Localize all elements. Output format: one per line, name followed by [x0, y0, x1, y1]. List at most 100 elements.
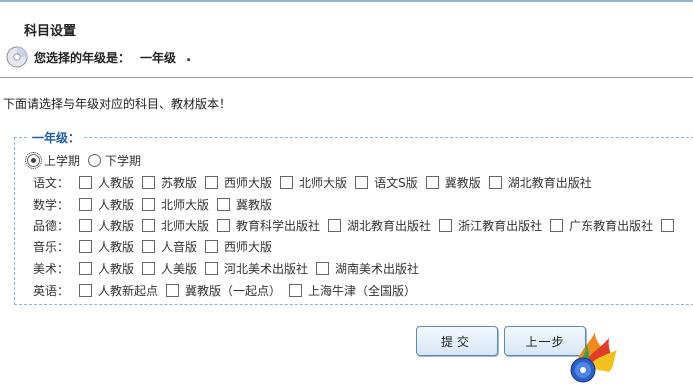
checkbox[interactable]	[79, 197, 92, 211]
option-label: 北师大版	[161, 218, 210, 233]
checkbox[interactable]	[205, 239, 219, 253]
option-checkbox[interactable]: 湖南美术出版社	[316, 260, 419, 277]
option-checkbox[interactable]: 西师大版	[205, 174, 272, 191]
option-label: 人音版	[161, 239, 198, 254]
checkbox[interactable]	[205, 175, 219, 189]
option-label: 西师大版	[224, 175, 273, 190]
option-label: 人教版	[98, 261, 135, 276]
checkbox[interactable]	[79, 239, 92, 253]
option-checkbox[interactable]: 北师大版	[280, 174, 347, 191]
subject-label: 语文：	[32, 175, 69, 190]
checkbox[interactable]	[328, 218, 342, 232]
checkbox[interactable]	[79, 283, 92, 297]
checkbox[interactable]	[289, 283, 303, 297]
option-checkbox[interactable]: 西师大版	[205, 238, 272, 255]
option-checkbox[interactable]: 人教版	[79, 196, 134, 213]
option-label: 北师大版	[161, 197, 210, 212]
subject-row-morality: 品德： 人教版 北师大版 教育科学出版社 湖北教育出版社 浙江教育出版社 广东教…	[15, 215, 688, 235]
term-radio-lower[interactable]	[88, 153, 102, 167]
option-label: 北师大版	[299, 175, 348, 190]
subject-row-english: 英语： 人教新起点 冀教版（一起点） 上海牛津（全国版）	[15, 280, 424, 300]
option-checkbox[interactable]: 湖北教育出版社	[328, 217, 431, 234]
checkbox[interactable]	[439, 218, 453, 232]
option-label: 广东教育出版社	[569, 218, 654, 233]
checkbox[interactable]	[142, 175, 156, 189]
option-checkbox[interactable]: 人教版	[79, 238, 134, 255]
subject-label: 英语：	[32, 283, 69, 298]
option-label: 教育科学出版社	[236, 218, 321, 233]
grade-value: 一年级	[140, 50, 177, 65]
checkbox[interactable]	[217, 218, 231, 232]
term-option[interactable]: 上学期	[25, 151, 80, 169]
flame-disc-logo-icon	[565, 328, 621, 384]
option-checkbox[interactable]: 人教版	[79, 174, 134, 191]
option-label: 湖北教育出版社	[347, 218, 432, 233]
checkbox[interactable]	[316, 261, 330, 275]
checkbox[interactable]	[79, 261, 92, 275]
grade-info: 您选择的年级是： 一年级 .	[6, 44, 191, 70]
checkbox[interactable]	[217, 197, 231, 211]
option-label: 湖南美术出版社	[335, 261, 420, 276]
subject-label: 数学：	[32, 197, 69, 212]
option-label: 冀教版	[236, 197, 273, 212]
checkbox[interactable]	[142, 261, 156, 275]
option-checkbox[interactable]	[661, 218, 680, 232]
option-checkbox[interactable]: 北师大版	[142, 196, 209, 213]
option-label: 河北美术出版社	[224, 261, 309, 276]
checkbox[interactable]	[142, 197, 156, 211]
option-checkbox[interactable]: 教育科学出版社	[217, 217, 320, 234]
option-checkbox[interactable]: 广东教育出版社	[550, 217, 653, 234]
option-checkbox[interactable]: 人教新起点	[79, 282, 158, 299]
checkbox[interactable]	[142, 218, 156, 232]
option-label: 人教版	[98, 197, 135, 212]
checkbox[interactable]	[488, 175, 502, 189]
option-label: 上海牛津（全国版）	[308, 283, 417, 298]
term-option[interactable]: 下学期	[88, 152, 141, 169]
checkbox[interactable]	[661, 218, 675, 232]
option-checkbox[interactable]: 上海牛津（全国版）	[289, 282, 416, 299]
option-label: 苏教版	[161, 175, 198, 190]
option-label: 人教版	[98, 175, 135, 190]
option-checkbox[interactable]: 浙江教育出版社	[439, 217, 542, 234]
subject-row-math: 数学： 人教版 北师大版 冀教版	[15, 194, 280, 214]
option-checkbox[interactable]: 冀教版	[425, 174, 481, 191]
option-checkbox[interactable]: 人音版	[142, 238, 197, 255]
option-checkbox[interactable]: 语文S版	[355, 174, 418, 191]
option-checkbox[interactable]: 人美版	[142, 260, 197, 277]
option-label: 湖北教育出版社	[507, 175, 592, 190]
option-label: 人教新起点	[98, 283, 159, 298]
subject-fieldset: 一年级： 上学期 下学期 语文： 人教版 苏教版 西师大版 北师大版 语文S版 …	[14, 129, 693, 305]
disc-icon	[6, 46, 28, 68]
grade-label: 您选择的年级是：	[34, 50, 131, 65]
checkbox[interactable]	[142, 239, 156, 253]
term-label: 下学期	[105, 153, 142, 168]
option-checkbox[interactable]: 苏教版	[142, 174, 197, 191]
subject-row-music: 音乐： 人教版 人音版 西师大版	[15, 236, 280, 256]
checkbox[interactable]	[79, 175, 92, 189]
option-checkbox[interactable]: 冀教版	[217, 196, 272, 213]
window-top-border	[0, 0, 693, 2]
option-checkbox[interactable]: 北师大版	[142, 217, 209, 234]
option-checkbox[interactable]: 湖北教育出版社	[488, 174, 592, 191]
checkbox[interactable]	[205, 261, 219, 275]
instruction-text: 下面请选择与年级对应的科目、教材版本！	[3, 97, 232, 111]
option-label: 冀教版（一起点）	[185, 283, 282, 298]
term-radio-upper[interactable]	[25, 151, 42, 169]
option-label: 语文S版	[374, 175, 418, 190]
option-checkbox[interactable]: 河北美术出版社	[205, 260, 308, 277]
submit-button[interactable]: 提交	[416, 326, 498, 356]
option-checkbox[interactable]: 人教版	[79, 217, 134, 234]
radio-dot-icon	[31, 157, 36, 163]
checkbox[interactable]	[355, 175, 369, 189]
checkbox[interactable]	[280, 175, 294, 189]
page-title: 科目设置	[24, 24, 77, 39]
checkbox[interactable]	[425, 175, 439, 189]
term-radio-group: 上学期 下学期	[25, 150, 149, 170]
option-checkbox[interactable]: 人教版	[79, 260, 134, 277]
grade-suffix: .	[186, 49, 192, 65]
option-checkbox[interactable]: 冀教版（一起点）	[166, 282, 281, 299]
checkbox[interactable]	[166, 283, 180, 297]
checkbox[interactable]	[550, 218, 564, 232]
option-label: 西师大版	[224, 239, 273, 254]
checkbox[interactable]	[79, 218, 92, 232]
